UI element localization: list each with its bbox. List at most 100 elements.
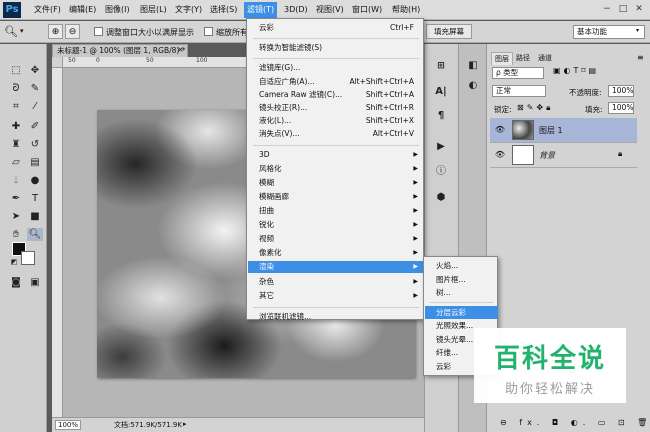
move-tool-icon[interactable]: ✥ xyxy=(27,64,43,77)
menu-3d[interactable]: 3D(D) xyxy=(284,4,308,16)
crop-tool-icon[interactable]: ⌗ xyxy=(8,100,24,113)
close-icon[interactable]: ✕ xyxy=(632,3,646,15)
render-menu-item[interactable]: 图片框... xyxy=(425,273,498,286)
paragraph-panel-icon[interactable]: ¶ xyxy=(432,108,450,124)
zoom-out-button[interactable]: ⊖ xyxy=(65,24,80,39)
actions-panel-icon[interactable]: ▶ xyxy=(432,139,450,155)
menu-select[interactable]: 选择(S) xyxy=(210,4,237,16)
dodge-tool-icon[interactable]: ● xyxy=(27,174,43,187)
ruler-origin[interactable] xyxy=(52,57,63,68)
tab-channels[interactable]: 通道 xyxy=(535,52,555,65)
3d-panel-icon[interactable]: ⬢ xyxy=(432,190,450,206)
menu-layer[interactable]: 图层(L) xyxy=(140,4,167,16)
lock-icons[interactable]: ⊠✎✥🔒︎ xyxy=(517,103,553,113)
pen-tool-icon[interactable]: ✒ xyxy=(8,192,24,205)
filter-menu-item[interactable]: 转换为智能滤镜(S) xyxy=(248,42,424,54)
menu-type[interactable]: 文字(Y) xyxy=(175,4,202,16)
filter-menu-item[interactable]: 滤镜库(G)... xyxy=(248,62,424,74)
filter-menu-item[interactable]: 渲染 ▶ xyxy=(248,261,424,274)
layer-row[interactable]: 👁︎ 图层 1 xyxy=(490,118,637,143)
menu-window[interactable]: 窗口(W) xyxy=(352,4,382,16)
layer-row[interactable]: 👁︎ 背景 🔒︎ xyxy=(490,143,637,168)
render-menu-item[interactable]: 分层云彩 xyxy=(425,305,498,319)
menu-view[interactable]: 视图(V) xyxy=(316,4,344,16)
filter-menu-item[interactable]: 视频 ▶ xyxy=(248,233,424,245)
eyedropper-tool-icon[interactable]: ⁄ xyxy=(27,100,43,113)
opacity-field[interactable]: 100% xyxy=(608,85,634,97)
zoom-tool-icon[interactable]: 🔍︎ xyxy=(27,228,43,241)
layer-filter-icons[interactable]: ▣◐T⌑▤ xyxy=(553,66,599,75)
filter-menu-item[interactable]: 自适应广角(A)... Alt+Shift+Ctrl+A xyxy=(248,76,424,88)
panel-menu-icon[interactable]: ≡ xyxy=(637,53,644,62)
quick-select-tool-icon[interactable]: ✎ xyxy=(27,82,43,95)
render-menu-item[interactable]: 火焰... xyxy=(425,259,498,272)
zoom-tool-icon[interactable]: 🔍︎ xyxy=(4,25,18,38)
filter-menu-item[interactable]: 锐化 ▶ xyxy=(248,219,424,231)
zoom-in-button[interactable]: ⊕ xyxy=(48,24,63,39)
fill-field[interactable]: 100% xyxy=(608,102,634,114)
visibility-eye-icon[interactable]: 👁︎ xyxy=(494,149,506,161)
clone-stamp-icon[interactable]: ♜ xyxy=(8,138,24,151)
blur-tool-icon[interactable]: 💧︎ xyxy=(8,174,24,187)
tab-paths[interactable]: 路径 xyxy=(513,52,533,65)
menu-file[interactable]: 文件(F) xyxy=(34,4,61,16)
visibility-eye-icon[interactable]: 👁︎ xyxy=(494,124,506,136)
filter-menu-item[interactable]: 风格化 ▶ xyxy=(248,163,424,175)
brush-tool-icon[interactable]: ✐ xyxy=(27,120,43,133)
workspace-select[interactable]: 基本功能 xyxy=(573,25,645,39)
filter-menu-item[interactable]: 3D ▶ xyxy=(248,149,424,161)
lasso-tool-icon[interactable]: ᘐ xyxy=(8,82,24,95)
layer-name[interactable]: 背景 xyxy=(539,150,555,161)
filter-menu-item[interactable]: 模糊 ▶ xyxy=(248,177,424,189)
filter-menu-item[interactable]: 液化(L)... Shift+Ctrl+X xyxy=(248,115,424,127)
layer-kind-filter[interactable]: ρ 类型 xyxy=(492,67,544,79)
type-tool-icon[interactable]: T xyxy=(27,192,43,205)
filter-menu-item[interactable]: 浏览联机滤镜... xyxy=(248,311,424,323)
filter-menu-item[interactable]: 消失点(V)... Alt+Ctrl+V xyxy=(248,128,424,140)
menu-help[interactable]: 帮助(H) xyxy=(392,4,420,16)
hand-tool-icon[interactable]: ✋︎ xyxy=(8,228,24,241)
marquee-tool-icon[interactable]: ⬚ xyxy=(8,64,24,77)
menu-filter[interactable]: 滤镜(T) xyxy=(244,2,278,18)
default-colors-icon[interactable]: ◩ xyxy=(6,256,22,269)
eraser-tool-icon[interactable]: ▱ xyxy=(8,156,24,169)
document-close-icon[interactable]: × xyxy=(177,45,184,54)
status-arrow-icon[interactable]: ▸ xyxy=(183,420,187,428)
filter-menu-item[interactable]: 杂色 ▶ xyxy=(248,276,424,288)
zoom-all-checkbox[interactable] xyxy=(204,27,213,36)
filter-menu-item[interactable]: 像素化 ▶ xyxy=(248,247,424,259)
maximize-icon[interactable]: □ xyxy=(616,3,630,15)
render-menu-item[interactable]: 树... xyxy=(425,286,498,299)
info-panel-icon[interactable]: ⓘ xyxy=(432,164,450,180)
document-tab[interactable]: 未标题-1 @ 100% (图层 1, RGB/8) * xyxy=(52,44,188,57)
filter-menu-item[interactable]: 云彩 Ctrl+F xyxy=(248,22,424,34)
filter-menu-item[interactable]: 其它 ▶ xyxy=(248,290,424,302)
filter-menu-item[interactable]: Camera Raw 滤镜(C)... Shift+Ctrl+A xyxy=(248,89,424,101)
menu-edit[interactable]: 编辑(E) xyxy=(69,4,96,16)
character-panel-icon[interactable]: A| xyxy=(432,84,450,100)
tab-layers[interactable]: 图层 xyxy=(491,52,513,65)
filter-menu-item[interactable]: 镜头校正(R)... Shift+Ctrl+R xyxy=(248,102,424,114)
filter-menu-item[interactable]: 模糊画廊 ▶ xyxy=(248,191,424,203)
quick-mask-icon[interactable]: ◙ xyxy=(8,276,24,289)
color-panel-icon[interactable]: ◧ xyxy=(464,58,482,74)
tool-preset-dropdown-icon[interactable]: ▾ xyxy=(20,27,24,35)
adjustments-panel-icon[interactable]: ◐ xyxy=(464,78,482,94)
history-panel-icon[interactable]: ⊞ xyxy=(432,58,450,74)
layer-name[interactable]: 图层 1 xyxy=(539,125,563,136)
path-select-icon[interactable]: ➤ xyxy=(8,210,24,223)
shape-tool-icon[interactable]: ■ xyxy=(27,210,43,223)
zoom-level-field[interactable]: 100% xyxy=(55,420,81,430)
screen-mode-icon[interactable]: ▣ xyxy=(27,276,43,289)
healing-brush-icon[interactable]: ✚ xyxy=(8,120,24,133)
history-brush-icon[interactable]: ↺ xyxy=(27,138,43,151)
blend-mode-select[interactable]: 正常 xyxy=(492,85,546,97)
filter-menu-item[interactable]: 扭曲 ▶ xyxy=(248,205,424,217)
minimize-icon[interactable]: − xyxy=(600,3,614,15)
background-color-swatch[interactable] xyxy=(21,251,35,265)
fill-screen-button[interactable]: 填充屏幕 xyxy=(426,24,472,39)
resize-windows-checkbox[interactable] xyxy=(94,27,103,36)
gradient-tool-icon[interactable]: ▤ xyxy=(27,156,43,169)
menu-image[interactable]: 图像(I) xyxy=(105,4,130,16)
layers-footer-icons[interactable]: ⊖ fx. ◘ ◐. ▭ ⊡ 🗑 xyxy=(500,418,650,427)
